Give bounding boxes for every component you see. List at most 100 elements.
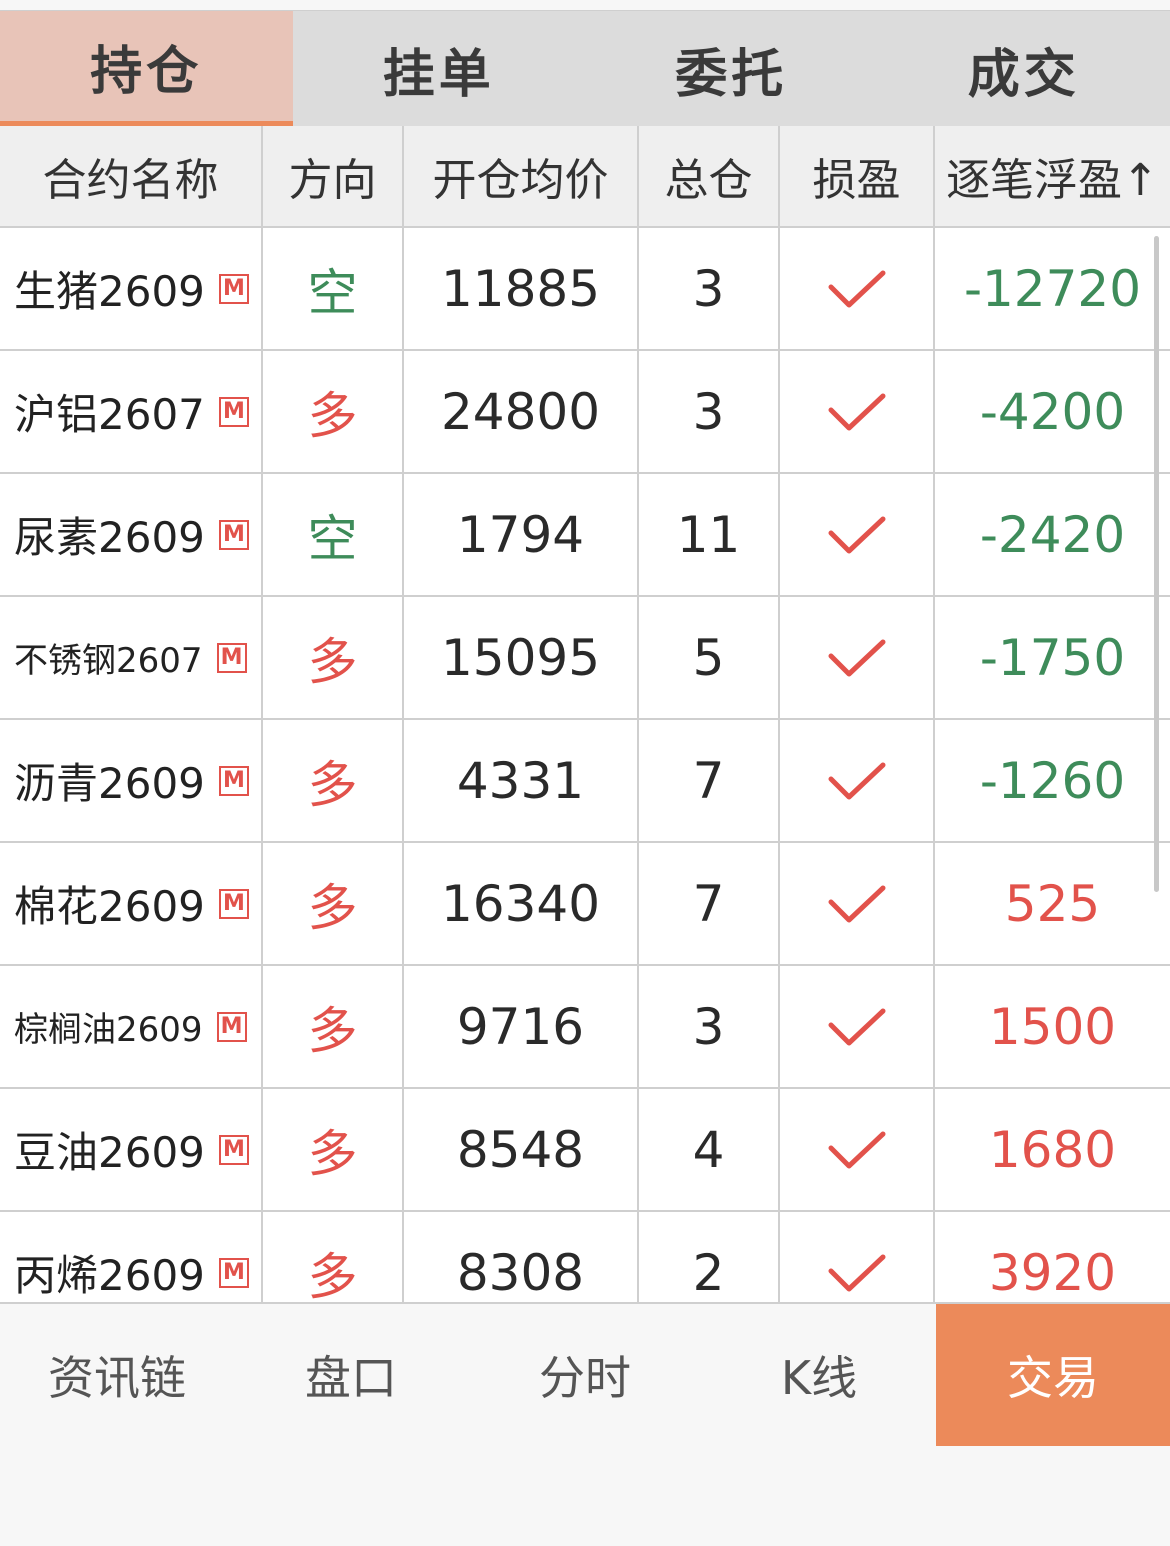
- direction-cell: 多: [263, 351, 404, 472]
- contract-name: 棉花2609: [14, 882, 205, 931]
- checkmark-icon[interactable]: [827, 267, 887, 311]
- header-floating-pnl-sorted[interactable]: 逐笔浮盈↑: [935, 126, 1170, 226]
- floating-pnl: -4200: [979, 382, 1126, 441]
- stop-pnl-cell[interactable]: [780, 843, 935, 964]
- avg-open-price: 16340: [440, 874, 601, 933]
- tab-orders[interactable]: 委托: [585, 11, 878, 127]
- stop-pnl-cell[interactable]: [780, 597, 935, 718]
- checkmark-icon[interactable]: [827, 1251, 887, 1295]
- checkmark-icon[interactable]: [827, 759, 887, 803]
- contract-name: 尿素2609: [14, 513, 205, 562]
- contract-name: 丙烯2609: [14, 1251, 205, 1300]
- avg-price-cell: 4331: [404, 720, 639, 841]
- table-row[interactable]: 沥青2609 M 多 4331 7 -1260: [0, 720, 1170, 843]
- total-position-cell: 4: [639, 1089, 780, 1210]
- stop-pnl-cell[interactable]: [780, 474, 935, 595]
- contract-name-cell: 豆油2609 M: [0, 1089, 263, 1210]
- total-position: 7: [692, 751, 725, 810]
- floating-pnl: 3920: [988, 1243, 1117, 1302]
- total-position-cell: 3: [639, 966, 780, 1087]
- table-row[interactable]: 生猪2609 M 空 11885 3 -12720: [0, 228, 1170, 351]
- header-stop-profit-loss[interactable]: 损盈: [780, 126, 935, 226]
- tab-pending-orders[interactable]: 挂单: [293, 11, 586, 127]
- contract-name-cell: 棕榈油2609 M: [0, 966, 263, 1087]
- avg-open-price: 8548: [456, 1120, 585, 1179]
- m-badge-icon[interactable]: M: [218, 1257, 249, 1288]
- stop-pnl-cell[interactable]: [780, 1212, 935, 1302]
- total-position-cell: 2: [639, 1212, 780, 1302]
- checkmark-icon[interactable]: [827, 513, 887, 557]
- top-tab-bar: 持仓 挂单 委托 成交: [0, 10, 1170, 127]
- contract-name: 豆油2609: [14, 1128, 205, 1177]
- contract-name: 沪铝2607: [14, 390, 205, 439]
- floating-pnl-cell: -4200: [935, 351, 1170, 472]
- table-row[interactable]: 不锈钢2607 M 多 15095 5 -1750: [0, 597, 1170, 720]
- avg-open-price: 24800: [440, 382, 601, 441]
- direction-value: 多: [307, 878, 358, 937]
- checkmark-icon[interactable]: [827, 636, 887, 680]
- header-contract-name[interactable]: 合约名称: [0, 126, 263, 226]
- contract-name-cell: 尿素2609 M: [0, 474, 263, 595]
- checkmark-icon[interactable]: [827, 390, 887, 434]
- m-badge-icon[interactable]: M: [216, 642, 247, 673]
- avg-open-price: 9716: [456, 997, 585, 1056]
- floating-pnl: 525: [1004, 874, 1101, 933]
- floating-pnl-cell: 1680: [935, 1089, 1170, 1210]
- floating-pnl-cell: -1260: [935, 720, 1170, 841]
- total-position: 3: [692, 259, 725, 318]
- direction-value: 空: [307, 509, 358, 568]
- nav-kline[interactable]: K线: [702, 1304, 936, 1446]
- floating-pnl-cell: 1500: [935, 966, 1170, 1087]
- stop-pnl-cell[interactable]: [780, 966, 935, 1087]
- stop-pnl-cell[interactable]: [780, 351, 935, 472]
- direction-cell: 多: [263, 597, 404, 718]
- m-badge-icon[interactable]: M: [218, 765, 249, 796]
- m-badge-icon[interactable]: M: [218, 1134, 249, 1165]
- stop-pnl-cell[interactable]: [780, 1089, 935, 1210]
- floating-pnl-cell: -12720: [935, 228, 1170, 349]
- total-position: 3: [692, 997, 725, 1056]
- stop-pnl-cell[interactable]: [780, 720, 935, 841]
- nav-intraday[interactable]: 分时: [468, 1304, 702, 1446]
- table-body-viewport[interactable]: 生猪2609 M 空 11885 3 -12720 沪铝2607 M 多 24800 3 -4200 尿…: [0, 228, 1170, 1302]
- checkmark-icon[interactable]: [827, 882, 887, 926]
- header-direction[interactable]: 方向: [263, 126, 404, 226]
- tab-trades[interactable]: 成交: [878, 11, 1170, 127]
- m-badge-icon[interactable]: M: [218, 519, 249, 550]
- nav-news-chain[interactable]: 资讯链: [0, 1304, 234, 1446]
- table-row[interactable]: 棕榈油2609 M 多 9716 3 1500: [0, 966, 1170, 1089]
- direction-value: 多: [307, 755, 358, 814]
- table-row[interactable]: 沪铝2607 M 多 24800 3 -4200: [0, 351, 1170, 474]
- avg-open-price: 15095: [440, 628, 601, 687]
- nav-trade[interactable]: 交易: [936, 1304, 1170, 1446]
- checkmark-icon[interactable]: [827, 1005, 887, 1049]
- direction-cell: 多: [263, 1212, 404, 1302]
- table-row[interactable]: 棉花2609 M 多 16340 7 525: [0, 843, 1170, 966]
- floating-pnl: -1750: [979, 628, 1126, 687]
- m-badge-icon[interactable]: M: [218, 888, 249, 919]
- total-position-cell: 3: [639, 351, 780, 472]
- stop-pnl-cell[interactable]: [780, 228, 935, 349]
- direction-cell: 多: [263, 843, 404, 964]
- positions-table: 合约名称 方向 开仓均价 总仓 损盈 逐笔浮盈↑: [0, 126, 1170, 228]
- table-row[interactable]: 尿素2609 M 空 1794 11 -2420: [0, 474, 1170, 597]
- floating-pnl: -1260: [979, 751, 1126, 810]
- floating-pnl: 1500: [988, 997, 1117, 1056]
- table-row[interactable]: 豆油2609 M 多 8548 4 1680: [0, 1089, 1170, 1212]
- total-position-cell: 7: [639, 843, 780, 964]
- avg-price-cell: 16340: [404, 843, 639, 964]
- total-position: 7: [692, 874, 725, 933]
- total-position: 11: [676, 505, 741, 564]
- table-scrollbar[interactable]: [1154, 236, 1159, 892]
- floating-pnl-cell: 3920: [935, 1212, 1170, 1302]
- header-total-position[interactable]: 总仓: [639, 126, 780, 226]
- m-badge-icon[interactable]: M: [218, 273, 249, 304]
- m-badge-icon[interactable]: M: [218, 396, 249, 427]
- checkmark-icon[interactable]: [827, 1128, 887, 1172]
- header-avg-open-price[interactable]: 开仓均价: [404, 126, 639, 226]
- m-badge-icon[interactable]: M: [216, 1011, 247, 1042]
- total-position-cell: 3: [639, 228, 780, 349]
- table-row[interactable]: 丙烯2609 M 多 8308 2 3920: [0, 1212, 1170, 1302]
- tab-positions[interactable]: 持仓: [0, 11, 293, 127]
- nav-order-book[interactable]: 盘口: [234, 1304, 468, 1446]
